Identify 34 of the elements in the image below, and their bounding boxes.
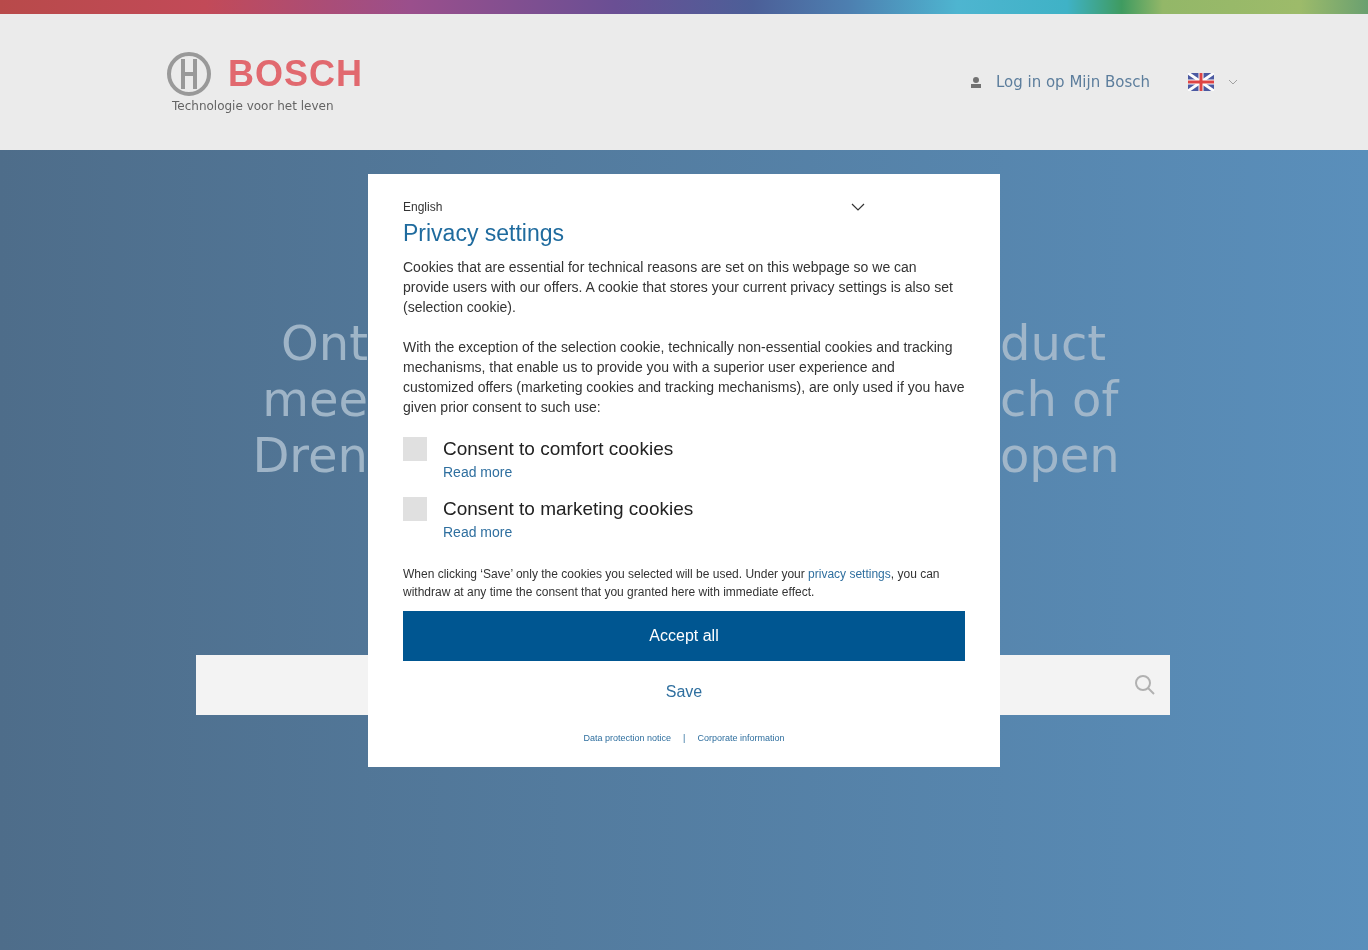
logo-circle-icon: [166, 51, 212, 97]
brand-tagline: Technologie voor het leven: [171, 99, 335, 113]
caret-icon[interactable]: [1228, 79, 1238, 85]
login-link[interactable]: Log in op Mijn Bosch: [995, 73, 1150, 91]
search-icon[interactable]: [1134, 674, 1156, 696]
read-more-link[interactable]: Read more: [443, 461, 513, 483]
footer-link[interactable]: Data protection notice: [583, 733, 672, 743]
language-select[interactable]: English: [403, 200, 865, 214]
search-field[interactable]: [196, 655, 368, 715]
headline-text: Dren: [252, 427, 368, 483]
notice-text: When clicking ‘Save’ only the cookies you selected will be used. Under your privacy settings, you can withdraw at any time the consent that you granted here with immediate effect.: [403, 566, 941, 601]
search-field[interactable]: [1000, 655, 1170, 715]
headline-text: duct: [1000, 315, 1108, 371]
chevron-down-icon: [851, 203, 865, 211]
dialog-paragraph: Cookies that are essential for technical reasons are set on this webpage so we can provide users with our offers. A cookie that stores your current privacy settings is also set (selection cookie).: [403, 258, 954, 317]
link-separator: |: [683, 733, 686, 743]
headline-text: ch of: [1000, 371, 1120, 427]
footer-link[interactable]: Corporate information: [697, 733, 785, 743]
consent-label: Consent to marketing cookies: [443, 497, 694, 521]
consent-checkbox[interactable]: [403, 437, 427, 461]
flag-icon[interactable]: [1188, 73, 1214, 91]
read-more-link[interactable]: Read more: [443, 521, 513, 543]
headline-text: Ont: [280, 315, 368, 371]
headline-text: mee: [262, 371, 368, 427]
privacy-settings-link[interactable]: privacy settings: [808, 567, 891, 581]
dialog-title: Privacy settings: [403, 220, 566, 247]
save-button[interactable]: Save: [659, 681, 709, 703]
consent-label: Consent to comfort cookies: [443, 437, 674, 461]
dialog-paragraph: With the exception of the selection cookie, technically non-essential cookies and tracking mechanisms, that enable us to provide you with a superior user experience and customized offers (marketing cookies and tracking mechanisms), are only used if you have given prior consent to such use:: [403, 338, 965, 417]
accept-all-button[interactable]: Accept all: [403, 611, 965, 661]
consent-checkbox[interactable]: [403, 497, 427, 521]
user-icon: [969, 76, 982, 88]
brand-name: BOSCH: [228, 53, 363, 95]
headline-text: open: [1000, 427, 1120, 483]
